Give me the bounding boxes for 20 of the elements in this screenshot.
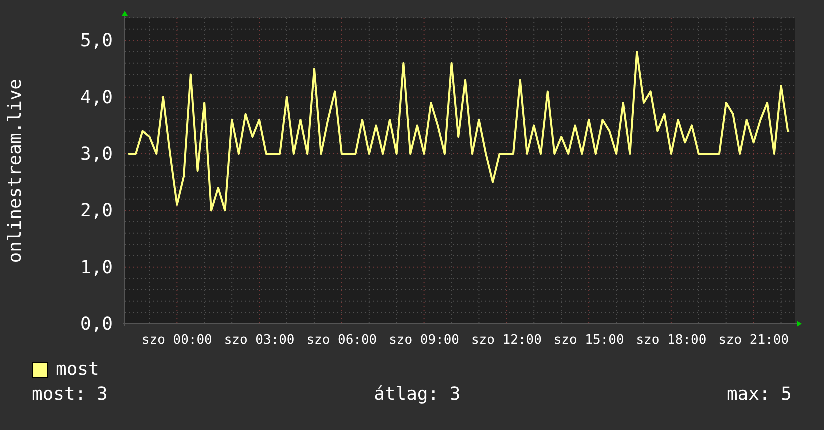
x-tick-label: szo 09:00	[389, 333, 460, 348]
y-tick-label: 3,0	[80, 144, 113, 165]
y-tick-label: 4,0	[80, 87, 113, 108]
x-tick-label: szo 03:00	[224, 333, 295, 348]
stat-value: max: 5	[726, 384, 792, 405]
legend-swatch	[32, 362, 48, 378]
stat-value: átlag: 3	[374, 384, 461, 405]
stat-value: most: 3	[32, 384, 108, 405]
y-axis-title: onlinestream.live	[4, 78, 26, 264]
x-tick-label: szo 00:00	[142, 333, 212, 348]
y-tick-label: 2,0	[80, 200, 113, 222]
x-tick-label: szo 06:00	[306, 333, 378, 348]
x-tick-label: szo 15:00	[554, 333, 624, 348]
y-tick-label: 5,0	[80, 30, 113, 52]
legend-label: most	[56, 359, 100, 380]
x-tick-label: szo 21:00	[718, 333, 790, 348]
x-tick-label: szo 18:00	[636, 333, 707, 348]
x-tick-label: szo 12:00	[471, 333, 542, 348]
y-tick-label: 0,0	[80, 314, 113, 335]
y-tick-label: 1,0	[80, 257, 113, 278]
